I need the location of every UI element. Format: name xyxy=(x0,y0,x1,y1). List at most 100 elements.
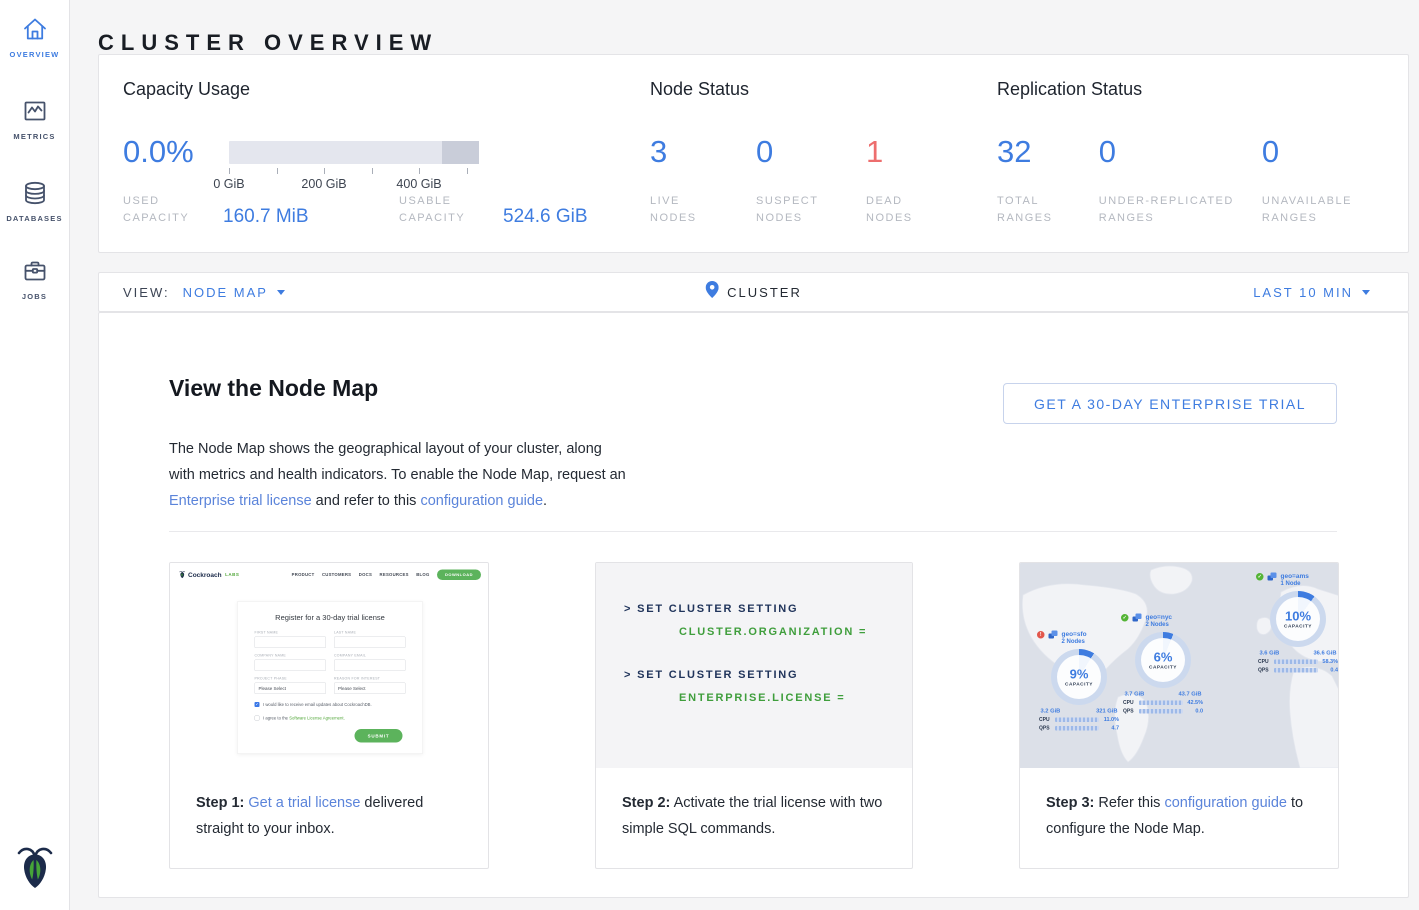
mini-brand-name: Cockroach xyxy=(188,571,222,579)
capacity-ring: 9% CAPACITY xyxy=(1051,649,1107,705)
chevron-down-icon xyxy=(1362,290,1370,295)
mini-text-input xyxy=(334,637,406,649)
dead-nodes-value: 1 xyxy=(866,135,946,169)
mini-site-nav: PRODUCT CUSTOMERS DOCS RESOURCES BLOG DO… xyxy=(292,569,481,580)
cpu-bar xyxy=(1055,717,1099,722)
sidebar-item-label: JOBS xyxy=(22,292,47,301)
gauge-tick-label: 200 GiB xyxy=(301,177,346,191)
view-label: VIEW: xyxy=(123,285,170,300)
mini-text-input xyxy=(334,660,406,672)
dead-nodes-label: DEAD NODES xyxy=(866,193,946,227)
sidebar-item-jobs[interactable]: JOBS xyxy=(0,257,69,301)
node-map-description: The Node Map shows the geographical layo… xyxy=(169,436,631,514)
suspect-nodes-label: SUSPECT NODES xyxy=(756,193,836,227)
capacity-gauge-reserved-segment xyxy=(442,141,480,164)
configuration-guide-link[interactable]: configuration guide xyxy=(1164,795,1287,811)
unavailable-ranges-label: UNAVAILABLE RANGES xyxy=(1262,193,1379,227)
gauge-tick xyxy=(419,168,420,174)
configuration-guide-link[interactable]: configuration guide xyxy=(420,493,543,509)
locality-node-count: 2 Nodes xyxy=(1062,638,1087,646)
qps-bar xyxy=(1055,726,1099,731)
sidebar-item-label: OVERVIEW xyxy=(10,50,60,59)
sidebar-item-overview[interactable]: OVERVIEW xyxy=(0,15,69,59)
metrics-chart-icon xyxy=(21,97,49,125)
mini-field-label: LAST NAME xyxy=(334,631,406,635)
mini-nav-item: BLOG xyxy=(416,572,429,577)
time-range-value: LAST 10 MIN xyxy=(1253,285,1353,300)
mini-text-input xyxy=(255,637,327,649)
capacity-label: CAPACITY xyxy=(1149,664,1177,670)
unavailable-ranges-stat: 0 UNAVAILABLE RANGES xyxy=(1262,135,1387,227)
sidebar-item-label: DATABASES xyxy=(6,214,62,223)
gauge-tick xyxy=(277,168,278,174)
view-selector-group: VIEW: NODE MAP xyxy=(123,285,285,300)
capacity-percent: 10% xyxy=(1285,609,1311,622)
gauge-tick xyxy=(372,168,373,174)
node-cube-icon xyxy=(1132,613,1142,625)
enterprise-trial-license-link[interactable]: Enterprise trial license xyxy=(169,493,312,509)
sql-command: > SET CLUSTER SETTING xyxy=(624,603,912,615)
mini-form-fields: FIRST NAME LAST NAME COMPANY NAME COMPAN… xyxy=(255,631,406,694)
mini-registration-form: Register for a 30-day trial license FIRS… xyxy=(237,601,423,754)
mini-checkbox-label: I would like to receive email updates ab… xyxy=(263,702,372,708)
sql-setting: CLUSTER.ORGANIZATION = xyxy=(679,626,912,638)
mini-field-label: COMPANY EMAIL xyxy=(334,654,406,658)
capacity-percent: 9% xyxy=(1070,667,1089,680)
qps-value: 0.4 xyxy=(1321,667,1338,673)
live-nodes-label: LIVE NODES xyxy=(650,193,730,227)
mini-cockroach-icon xyxy=(179,571,186,579)
mini-checkbox-row: I agree to the Software License Agreemen… xyxy=(255,715,406,721)
mini-nav-item: RESOURCES xyxy=(380,572,409,577)
mini-checkbox-label: I agree to the Software License Agreemen… xyxy=(263,715,345,721)
step1-card: Cockroach LABS PRODUCT CUSTOMERS DOCS RE… xyxy=(169,562,489,869)
under-replicated-ranges-label: UNDER-REPLICATED RANGES xyxy=(1099,193,1254,227)
briefcase-icon xyxy=(21,257,49,285)
mini-submit-button: SUBMIT xyxy=(355,729,403,743)
qps-bar xyxy=(1274,668,1318,673)
gauge-tick-label: 400 GiB xyxy=(396,177,441,191)
mini-site-header: Cockroach LABS PRODUCT CUSTOMERS DOCS RE… xyxy=(170,563,488,586)
location-pin-icon xyxy=(705,281,718,303)
mini-form-title: Register for a 30-day trial license xyxy=(255,614,406,623)
database-icon xyxy=(21,179,49,207)
capacity-ring: 6% CAPACITY xyxy=(1135,632,1191,688)
under-replicated-ranges-stat: 0 UNDER-REPLICATED RANGES xyxy=(1099,135,1262,227)
sql-command: > SET CLUSTER SETTING xyxy=(624,669,912,681)
locality-widget-ams: ✓ geo=ams 1 Node 10% xyxy=(1254,572,1338,673)
step1-screenshot: Cockroach LABS PRODUCT CUSTOMERS DOCS RE… xyxy=(170,563,488,768)
locality-widget-sfo: ! geo=sfo 2 Nodes 9% xyxy=(1035,630,1123,731)
mini-nav-item: CUSTOMERS xyxy=(322,572,351,577)
cpu-bar xyxy=(1274,659,1318,664)
capacity-ring: 10% CAPACITY xyxy=(1270,591,1326,647)
steps-cards: Cockroach LABS PRODUCT CUSTOMERS DOCS RE… xyxy=(169,562,1339,869)
cpu-bar xyxy=(1139,700,1183,705)
mini-download-button: DOWNLOAD xyxy=(437,569,481,580)
mini-checkbox-checked: ✓ xyxy=(255,702,260,707)
locality-name: geo=ams xyxy=(1281,572,1309,580)
step1-caption: Step 1: Get a trial license delivered st… xyxy=(170,768,488,842)
total-ranges-label: TOTAL RANGES xyxy=(997,193,1077,227)
view-dropdown[interactable]: NODE MAP xyxy=(183,285,285,300)
cockroachdb-logo[interactable] xyxy=(16,845,54,894)
description-text: The Node Map shows the geographical layo… xyxy=(169,441,626,483)
total-capacity: 36.6 GiB xyxy=(1313,650,1336,656)
capacity-gauge: 0 GiB 200 GiB 400 GiB xyxy=(229,141,489,164)
replication-status-title: Replication Status xyxy=(997,79,1384,100)
used-capacity: 3.6 GiB xyxy=(1260,650,1280,656)
description-text: and refer to this xyxy=(312,493,421,509)
get-trial-license-link[interactable]: Get a trial license xyxy=(248,795,360,811)
mini-field-label: COMPANY NAME xyxy=(255,654,327,658)
sidebar-item-databases[interactable]: DATABASES xyxy=(0,179,69,223)
mini-field-label: PROJECT PHASE xyxy=(255,677,327,681)
description-text: . xyxy=(543,493,547,509)
time-range-dropdown[interactable]: LAST 10 MIN xyxy=(1253,285,1370,300)
dead-nodes-stat: 1 DEAD NODES xyxy=(866,135,954,227)
capacity-usage-section: Capacity Usage 0.0% 0 GiB 200 GiB 400 Gi… xyxy=(123,79,650,252)
sidebar-item-label: METRICS xyxy=(13,132,55,141)
view-bar: VIEW: NODE MAP CLUSTER LAST 10 MIN xyxy=(98,272,1409,312)
replication-status-stats: 32 TOTAL RANGES 0 UNDER-REPLICATED RANGE… xyxy=(997,135,1387,227)
capacity-details: USED CAPACITY 160.7 MiB USABLE CAPACITY … xyxy=(123,193,623,227)
total-capacity: 43.7 GiB xyxy=(1178,691,1201,697)
enterprise-trial-button[interactable]: GET A 30-DAY ENTERPRISE TRIAL xyxy=(1003,383,1337,424)
sidebar-item-metrics[interactable]: METRICS xyxy=(0,97,69,141)
